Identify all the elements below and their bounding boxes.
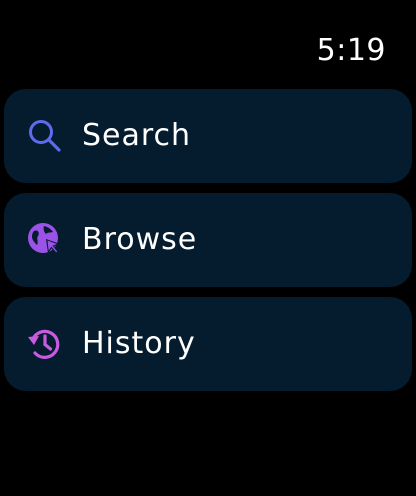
globe-cursor-icon <box>26 221 64 259</box>
browse-button[interactable]: Browse <box>4 193 412 287</box>
search-button[interactable]: Search <box>4 89 412 183</box>
clock-history-icon <box>26 325 64 363</box>
search-label: Search <box>82 118 192 153</box>
browse-label: Browse <box>82 222 198 257</box>
history-button[interactable]: History <box>4 297 412 391</box>
search-icon <box>26 117 64 155</box>
main-menu: Search Browse History <box>4 89 412 401</box>
status-time: 5:19 <box>316 33 386 68</box>
history-label: History <box>82 326 196 361</box>
